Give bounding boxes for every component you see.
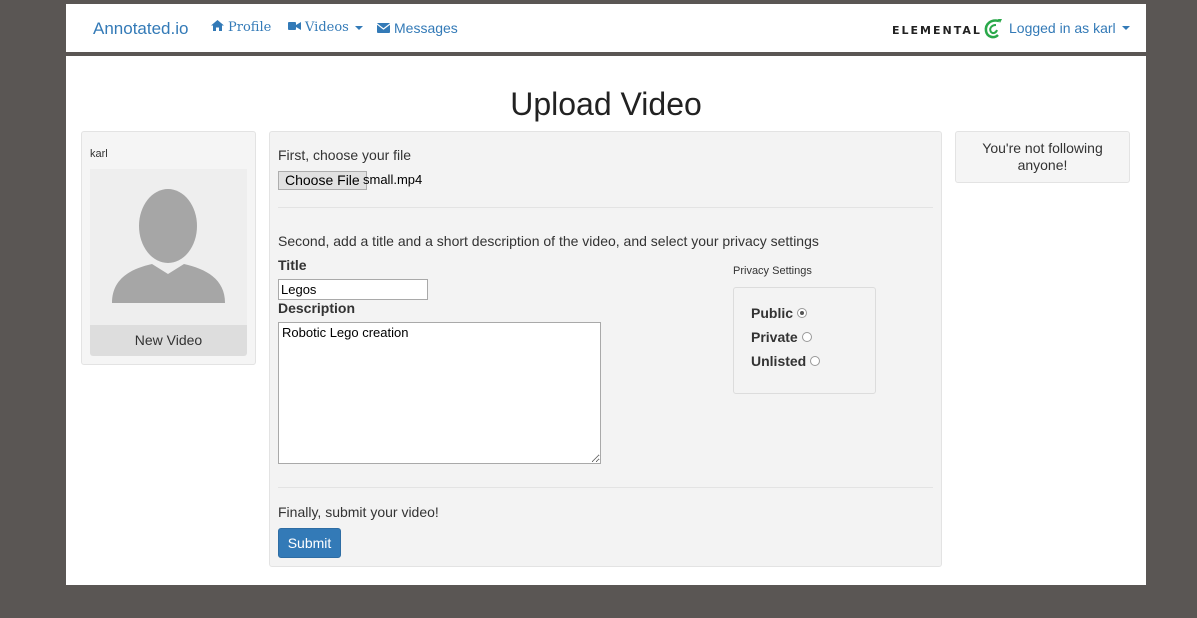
chevron-down-icon — [1121, 26, 1130, 30]
logo-text: ELEMENTAL — [892, 23, 982, 37]
step3-label: Finally, submit your video! — [278, 504, 439, 520]
privacy-settings-label: Privacy Settings — [733, 265, 812, 277]
brand-link[interactable]: Annotated.io — [93, 19, 188, 39]
privacy-option-public[interactable]: Public — [751, 305, 808, 321]
privacy-option-private[interactable]: Private — [751, 329, 812, 345]
navbar: Annotated.io Profile Videos Messages ELE… — [66, 4, 1146, 56]
privacy-option-unlisted[interactable]: Unlisted — [751, 353, 821, 369]
step1-label: First, choose your file — [278, 147, 412, 163]
step2-label: Second, add a title and a short descript… — [278, 233, 819, 249]
following-message: You're not following anyone! — [982, 140, 1103, 173]
profile-sidebar: karl New Video — [81, 131, 256, 365]
nav-videos-dropdown[interactable]: Videos — [288, 20, 363, 35]
title-label: Title — [278, 257, 307, 273]
upload-form-panel: First, choose your file Choose File smal… — [269, 131, 942, 567]
home-icon — [211, 20, 224, 35]
description-label: Description — [278, 300, 356, 316]
privacy-option-label: Public — [751, 305, 794, 321]
nav-videos-label: Videos — [305, 20, 349, 35]
user-menu-label: Logged in as karl — [1009, 20, 1116, 36]
elemental-swirl-icon — [983, 18, 1003, 43]
radio-private[interactable] — [801, 332, 812, 342]
selected-file-name: small.mp4 — [363, 172, 423, 187]
divider — [278, 207, 933, 208]
title-input[interactable] — [278, 279, 428, 300]
privacy-settings-group: Public Private Unlisted — [733, 287, 876, 394]
user-menu-dropdown[interactable]: Logged in as karl — [1009, 20, 1130, 36]
elemental-logo: ELEMENTAL — [892, 18, 1003, 42]
divider — [278, 487, 933, 488]
privacy-option-label: Private — [751, 329, 798, 345]
avatar — [90, 169, 247, 325]
envelope-icon — [376, 20, 391, 36]
description-textarea[interactable]: Robotic Lego creation — [278, 322, 601, 464]
submit-button[interactable]: Submit — [278, 528, 341, 558]
video-camera-icon — [288, 20, 301, 35]
nav-profile-label: Profile — [228, 20, 272, 35]
nav-messages[interactable]: Messages — [376, 20, 458, 36]
new-video-button[interactable]: New Video — [90, 325, 247, 356]
radio-public[interactable] — [797, 308, 808, 318]
nav-messages-label: Messages — [394, 20, 458, 36]
page-title: Upload Video — [510, 86, 702, 122]
user-silhouette-icon — [112, 189, 225, 303]
nav-profile[interactable]: Profile — [211, 20, 271, 35]
radio-unlisted[interactable] — [810, 356, 821, 366]
privacy-option-label: Unlisted — [751, 353, 807, 369]
sidebar-username: karl — [90, 148, 108, 160]
chevron-down-icon — [354, 25, 363, 30]
choose-file-button[interactable]: Choose File — [278, 171, 367, 190]
app-frame: Annotated.io Profile Videos Messages ELE… — [66, 4, 1146, 585]
following-panel: You're not following anyone! — [955, 131, 1130, 183]
